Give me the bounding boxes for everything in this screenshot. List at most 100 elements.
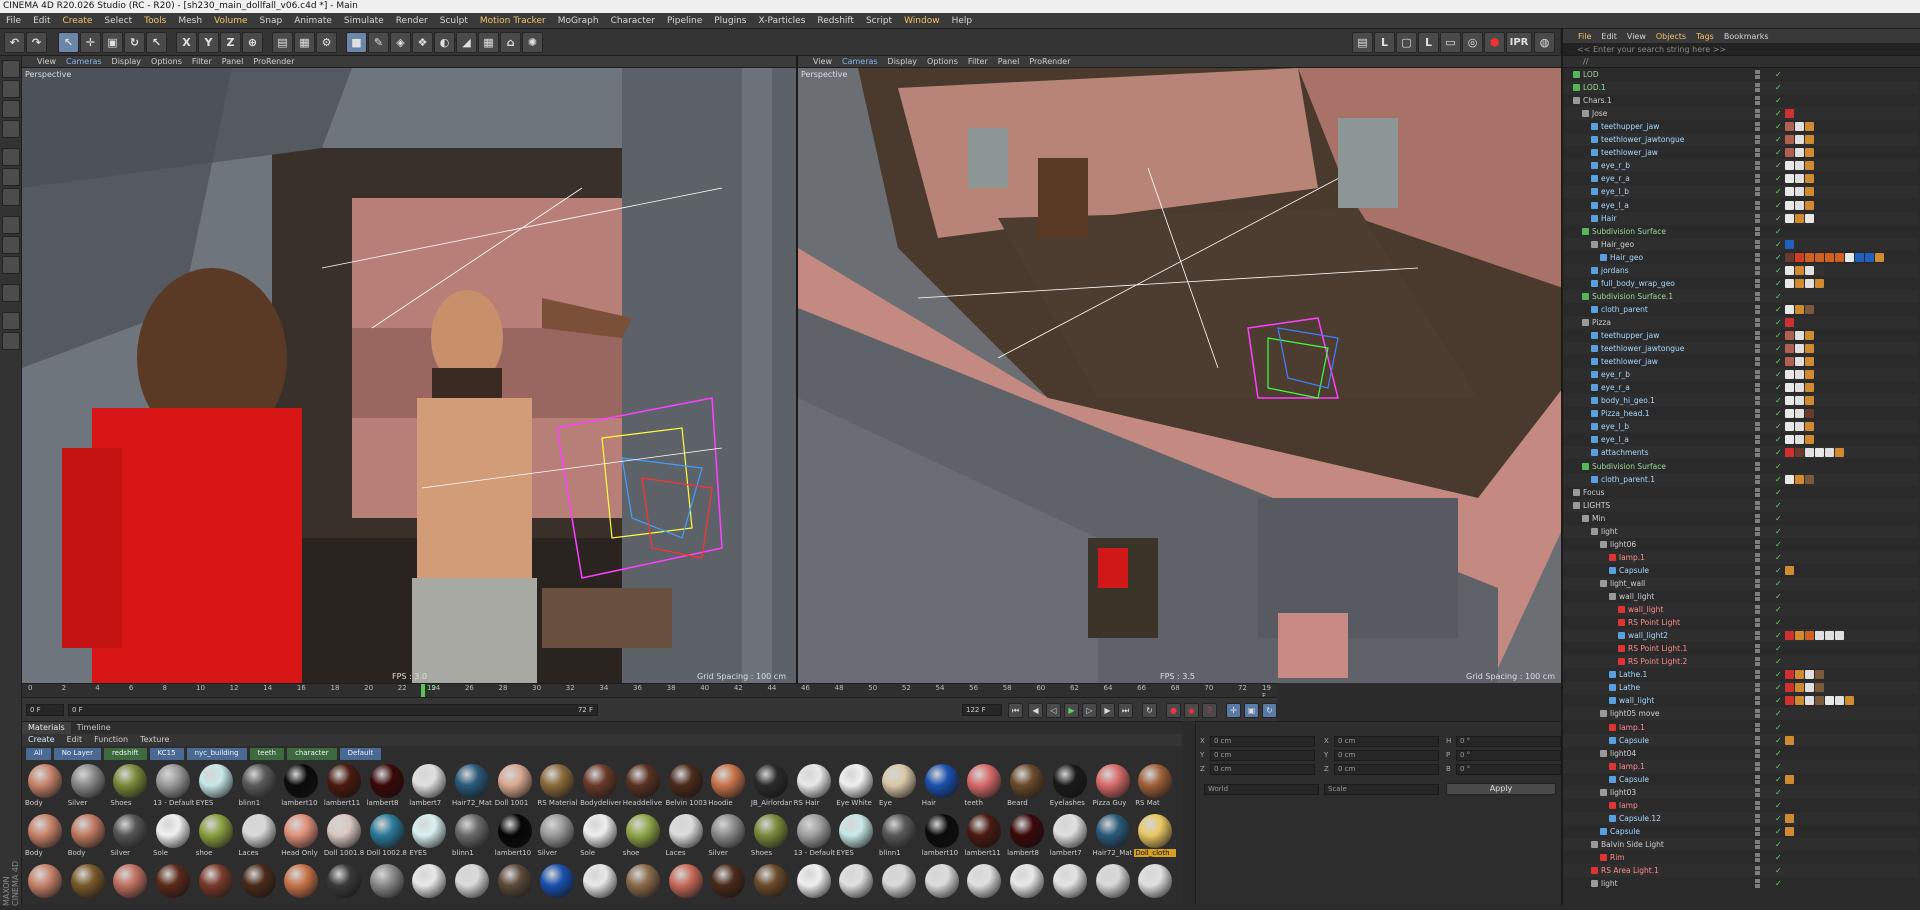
object-row[interactable]: light05 move ✓ (1563, 707, 1918, 720)
material-swatch[interactable]: Headdelive (622, 762, 664, 810)
enable-check-icon[interactable]: ✓ (1775, 668, 1782, 681)
tag-icon[interactable] (1795, 396, 1804, 406)
tag-icon[interactable] (1865, 252, 1874, 262)
tag-icon[interactable] (1805, 200, 1814, 210)
menu-file[interactable]: File (0, 16, 27, 26)
menu-mesh[interactable]: Mesh (172, 16, 208, 26)
visibility-toggle[interactable] (1755, 70, 1773, 79)
enable-check-icon[interactable]: ✓ (1775, 355, 1782, 368)
object-row[interactable]: Capsule ✓ (1563, 773, 1918, 786)
viewport-right-menu-filter[interactable]: Filter (963, 57, 993, 66)
enable-check-icon[interactable]: ✓ (1775, 799, 1782, 812)
cloner-icon[interactable]: ❖ (412, 32, 433, 53)
tag-icon[interactable] (1815, 683, 1824, 693)
enable-check-icon[interactable]: ✓ (1775, 446, 1782, 459)
tag-icon[interactable] (1835, 631, 1844, 641)
tag-icon[interactable] (1805, 331, 1814, 340)
menu-script[interactable]: Script (860, 16, 898, 26)
enable-check-icon[interactable]: ✓ (1775, 616, 1782, 629)
object-row[interactable]: Hair_geo ✓ (1563, 238, 1918, 251)
tag-icon[interactable] (1825, 252, 1834, 262)
enable-check-icon[interactable]: ✓ (1775, 564, 1782, 577)
tag-icon[interactable] (1785, 344, 1794, 354)
material-swatch[interactable]: Doll 1001.8 (323, 812, 365, 860)
enable-check-icon[interactable]: ✓ (1775, 577, 1782, 590)
enable-check-icon[interactable]: ✓ (1775, 290, 1782, 303)
menu-motion-tracker[interactable]: Motion Tracker (474, 16, 552, 26)
menu-edit[interactable]: Edit (27, 16, 56, 26)
om-menu-bookmarks[interactable]: Bookmarks (1719, 32, 1774, 41)
material-swatch[interactable]: Silver (707, 812, 749, 860)
material-menu-texture[interactable]: Texture (134, 734, 175, 746)
visibility-toggle[interactable] (1755, 252, 1773, 262)
go-to-start-icon[interactable]: ⏮ (1008, 703, 1023, 718)
material-swatch[interactable]: Body (67, 812, 109, 860)
enable-check-icon[interactable]: ✓ (1775, 825, 1782, 838)
enable-check-icon[interactable]: ✓ (1775, 760, 1782, 773)
tag-icon[interactable] (1795, 200, 1804, 210)
visibility-toggle[interactable] (1755, 96, 1773, 106)
tag-icon[interactable] (1795, 696, 1804, 706)
object-row[interactable]: light03 ✓ (1563, 786, 1918, 799)
material-swatch[interactable]: EYES (195, 762, 237, 810)
menu-tools[interactable]: Tools (138, 16, 172, 26)
enable-check-icon[interactable]: ✓ (1775, 473, 1782, 486)
visibility-toggle[interactable] (1755, 317, 1773, 327)
tag-icon[interactable] (1805, 696, 1814, 706)
material-swatch[interactable]: lambert11 (963, 812, 1005, 860)
visibility-toggle[interactable] (1755, 148, 1773, 158)
coord-field-b[interactable]: 0 ° (1456, 764, 1561, 775)
tag-icon[interactable] (1815, 696, 1824, 706)
material-swatch[interactable]: Belvin 1003 (665, 762, 707, 810)
material-swatch[interactable]: EYES (408, 812, 450, 860)
tag-icon[interactable] (1805, 278, 1814, 288)
visibility-toggle[interactable] (1755, 552, 1773, 562)
material-swatch[interactable] (878, 862, 920, 910)
tag-icon[interactable] (1795, 331, 1804, 340)
menu-window[interactable]: Window (898, 16, 946, 26)
material-swatch[interactable] (665, 862, 707, 910)
object-row[interactable]: teethlower_jawtongue ✓ (1563, 342, 1918, 355)
visibility-toggle[interactable] (1755, 226, 1773, 236)
tag-icon[interactable] (1805, 409, 1814, 419)
tag-icon[interactable] (1785, 396, 1794, 406)
enable-check-icon[interactable]: ✓ (1775, 133, 1782, 146)
object-row[interactable]: lamp.1 ✓ (1563, 760, 1918, 773)
object-row[interactable]: Subdivision Surface ✓ (1563, 460, 1918, 473)
move-icon[interactable]: ✛ (80, 32, 101, 53)
visibility-toggle[interactable] (1755, 383, 1773, 393)
enable-check-icon[interactable]: ✓ (1775, 172, 1782, 185)
material-swatch[interactable]: lambert11 (323, 762, 365, 810)
key-position-icon[interactable]: ✛ (1226, 703, 1241, 718)
object-row[interactable]: jordans ✓ (1563, 264, 1918, 277)
key-scale-icon[interactable]: ▣ (1244, 703, 1259, 718)
object-row[interactable]: light04 ✓ (1563, 747, 1918, 760)
menu-help[interactable]: Help (946, 16, 979, 26)
tag-icon[interactable] (1785, 331, 1794, 340)
enable-check-icon[interactable]: ✓ (1775, 747, 1782, 760)
tag-icon[interactable] (1835, 252, 1844, 262)
material-swatch[interactable]: lambert10 (280, 762, 322, 810)
object-row[interactable]: attachments ✓ (1563, 446, 1918, 459)
object-row[interactable]: Pizza_head.1 ✓ (1563, 407, 1918, 420)
tag-icon[interactable] (1795, 148, 1804, 158)
rs-render-icon[interactable]: ▤ (1352, 32, 1373, 53)
tag-icon[interactable] (1785, 252, 1794, 262)
material-swatch[interactable] (109, 862, 151, 910)
live-selection-icon[interactable]: ↖ (58, 32, 79, 53)
visibility-toggle[interactable] (1755, 291, 1773, 301)
material-swatch[interactable]: Sole (152, 812, 194, 860)
menu-pipeline[interactable]: Pipeline (661, 16, 708, 26)
tag-icon[interactable] (1825, 631, 1834, 641)
material-swatch[interactable]: lambert8 (366, 762, 408, 810)
tag-icon[interactable] (1805, 396, 1814, 406)
tag-icon[interactable] (1795, 213, 1804, 223)
om-menu-view[interactable]: View (1622, 32, 1651, 41)
tag-icon[interactable] (1785, 370, 1794, 380)
tag-icon[interactable] (1805, 161, 1814, 171)
object-row[interactable]: eye_l_a ✓ (1563, 433, 1918, 446)
tag-icon[interactable] (1785, 735, 1794, 745)
visibility-toggle[interactable] (1755, 461, 1773, 471)
visibility-toggle[interactable] (1755, 813, 1773, 823)
tag-icon[interactable] (1815, 278, 1824, 288)
